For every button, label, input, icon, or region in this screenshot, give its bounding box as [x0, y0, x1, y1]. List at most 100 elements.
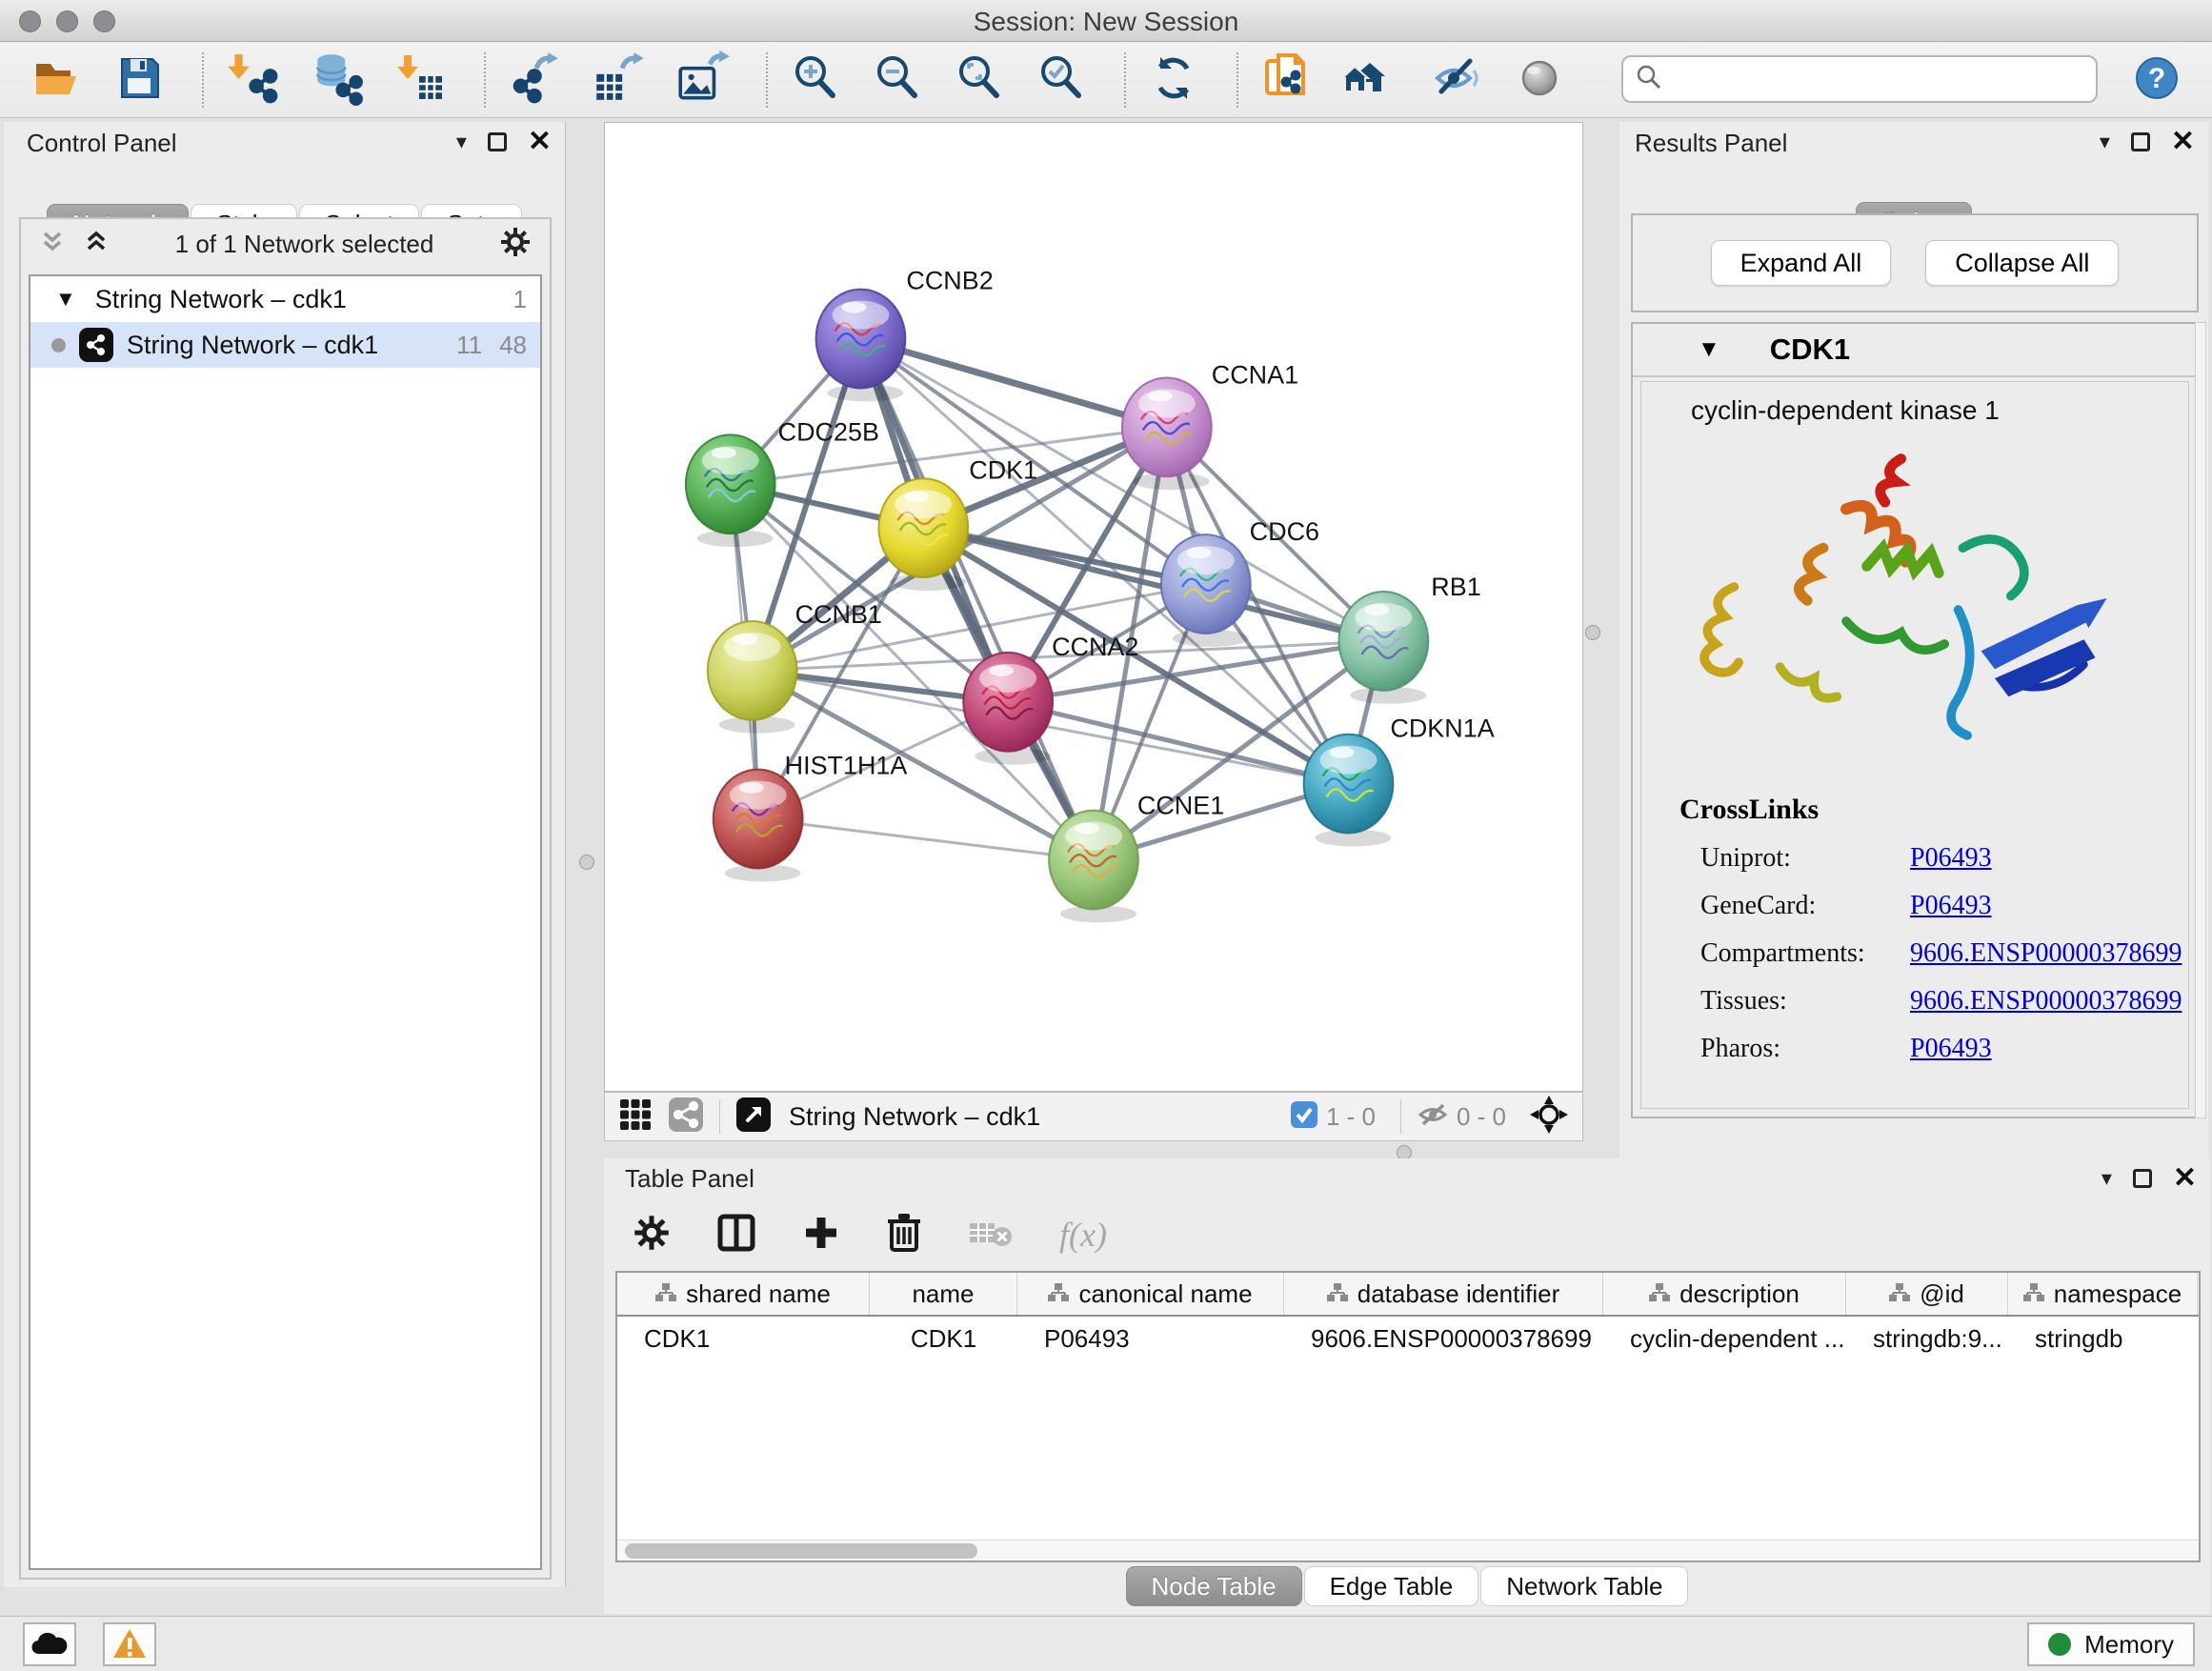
zoom-selected-button[interactable]	[1035, 51, 1088, 108]
crosslink-link[interactable]: P06493	[1910, 843, 1992, 874]
panel-menu-icon[interactable]: ▾	[2100, 130, 2110, 154]
column-header--id[interactable]: @id	[1846, 1273, 2008, 1315]
svg-text:CCNA1: CCNA1	[1212, 360, 1298, 389]
tree-hierarchy-icon	[1327, 1279, 1348, 1309]
panel-float-icon[interactable]	[2133, 1169, 2152, 1188]
network-share-icon[interactable]	[668, 1097, 704, 1137]
homes-icon	[1341, 51, 1400, 108]
import-table-button[interactable]	[394, 50, 448, 109]
import-network-database-button[interactable]	[309, 50, 366, 109]
left-splitter-handle[interactable]	[579, 855, 594, 870]
export-network-icon	[507, 50, 562, 109]
expand-all-button[interactable]: Expand All	[1711, 240, 1892, 286]
toolbar-separator	[484, 52, 486, 108]
collapse-all-networks-icon[interactable]	[38, 228, 67, 261]
network-collection-row[interactable]: ▼ String Network – cdk1 1	[30, 276, 540, 322]
table-panel-title: Table Panel	[625, 1164, 754, 1194]
protein-section-header[interactable]: ▼ CDK1	[1633, 324, 2197, 377]
save-session-button[interactable]	[112, 51, 166, 108]
detach-view-icon[interactable]	[735, 1097, 772, 1137]
zoom-out-button[interactable]	[871, 51, 924, 108]
zoom-in-button[interactable]	[789, 51, 842, 108]
crosslink-label: Tissues:	[1700, 986, 1910, 1017]
memory-button[interactable]: Memory	[2027, 1622, 2195, 1666]
grid-view-icon[interactable]	[618, 1097, 653, 1137]
selected-checkbox-icon[interactable]	[1290, 1100, 1318, 1134]
crosslink-row: Tissues:9606.ENSP00000378699	[1641, 986, 2188, 1017]
cloud-status-button[interactable]	[23, 1622, 76, 1666]
birds-eye-crosshair-icon[interactable]	[1529, 1095, 1569, 1139]
expand-all-networks-icon[interactable]	[82, 228, 111, 261]
panel-float-icon[interactable]	[488, 132, 507, 151]
panel-float-icon[interactable]	[2131, 132, 2150, 151]
crosslink-row: Uniprot:P06493	[1641, 843, 2188, 874]
column-header-namespace[interactable]: namespace	[2008, 1273, 2198, 1315]
table-horizontal-scrollbar[interactable]	[617, 1540, 2199, 1560]
panel-menu-icon[interactable]: ▾	[2101, 1166, 2112, 1191]
crosslink-link[interactable]: 9606.ENSP00000378699	[1910, 986, 2182, 1017]
export-network-button[interactable]	[507, 50, 562, 109]
open-session-button[interactable]	[29, 51, 84, 108]
help-button[interactable]: ?	[2132, 53, 2182, 106]
tree-hierarchy-icon	[1048, 1279, 1069, 1309]
export-image-icon	[674, 50, 730, 109]
toolbar-separator	[1124, 52, 1126, 108]
network-view-title: String Network – cdk1	[789, 1102, 1040, 1132]
table-gear-icon[interactable]	[633, 1214, 671, 1257]
zoom-fit-button[interactable]	[953, 51, 1006, 108]
network-options-gear-icon[interactable]	[498, 225, 533, 264]
node-table[interactable]: shared namenamecanonical namedatabase id…	[615, 1271, 2201, 1562]
crosslinks-title: CrossLinks	[1641, 794, 2188, 826]
show-eye-button[interactable]	[1513, 51, 1566, 108]
column-header-name[interactable]: name	[870, 1273, 1017, 1315]
crosslink-link[interactable]: 9606.ENSP00000378699	[1910, 938, 2182, 969]
network-canvas[interactable]: CCNB2CCNA1CDC25BCDK1CDC6RB1CCNB1CCNA2CDK…	[604, 122, 1583, 1092]
warning-status-button[interactable]	[103, 1622, 156, 1666]
add-column-icon[interactable]	[802, 1214, 840, 1257]
section-collapse-icon[interactable]: ▼	[1698, 336, 1720, 363]
crosslink-link[interactable]: P06493	[1910, 891, 1992, 921]
panel-close-icon[interactable]: ✕	[2171, 132, 2195, 151]
collection-expand-icon[interactable]: ▼	[55, 287, 76, 312]
network-row-label: String Network – cdk1	[127, 331, 439, 360]
show-columns-icon[interactable]	[716, 1213, 756, 1258]
table-row[interactable]: CDK1CDK1P064939606.ENSP00000378699cyclin…	[617, 1317, 2199, 1360]
memory-status-dot	[2048, 1633, 2071, 1656]
right-splitter-handle[interactable]	[1585, 625, 1600, 640]
search-input[interactable]	[1673, 65, 2084, 94]
toolbar-search	[1621, 55, 2098, 103]
hide-unhide-button[interactable]	[1429, 51, 1484, 108]
column-header-canonical-name[interactable]: canonical name	[1017, 1273, 1284, 1315]
results-scrollbar[interactable]	[2195, 322, 2206, 1118]
tab-network-table[interactable]: Network Table	[1480, 1566, 1688, 1606]
tab-edge-table[interactable]: Edge Table	[1304, 1566, 1479, 1606]
apply-layout-button[interactable]	[1147, 51, 1200, 108]
table-tabs: Node Table Edge Table Network Table	[604, 1566, 2210, 1606]
table-cell: CDK1	[870, 1324, 1017, 1354]
collapse-all-button[interactable]: Collapse All	[1925, 240, 2119, 286]
hidden-count-badge: 0 - 0	[1457, 1102, 1506, 1132]
collection-count: 1	[513, 285, 527, 314]
import-network-file-button[interactable]	[225, 50, 280, 109]
panel-close-icon[interactable]: ✕	[528, 132, 552, 151]
export-table-button[interactable]	[591, 50, 646, 109]
column-header-shared-name[interactable]: shared name	[617, 1273, 870, 1315]
network-node-count: 11	[456, 331, 482, 360]
toolbar-separator	[766, 52, 768, 108]
panel-close-icon[interactable]: ✕	[2173, 1169, 2197, 1188]
network-row-selected[interactable]: String Network – cdk1 11 48	[30, 322, 540, 368]
scrollbar-thumb[interactable]	[625, 1543, 977, 1559]
delete-column-trash-icon[interactable]	[886, 1212, 922, 1258]
crosslink-link[interactable]: P06493	[1910, 1034, 1992, 1064]
column-header-description[interactable]: description	[1603, 1273, 1846, 1315]
tab-node-table[interactable]: Node Table	[1126, 1566, 1302, 1606]
export-image-button[interactable]	[674, 50, 730, 109]
table-panel: Table Panel ▾ ✕ f(x) shared namenamecano…	[604, 1158, 2210, 1614]
function-builder-icon: f(x)	[1059, 1215, 1107, 1255]
hidden-eye-icon[interactable]	[1417, 1100, 1449, 1134]
protein-details: cyclin-dependent kinase 1	[1640, 381, 2189, 1109]
string-query-button[interactable]	[1259, 50, 1313, 110]
column-header-database-identifier[interactable]: database identifier	[1284, 1273, 1603, 1315]
panel-menu-icon[interactable]: ▾	[456, 130, 467, 154]
string-home-button[interactable]	[1341, 51, 1400, 108]
